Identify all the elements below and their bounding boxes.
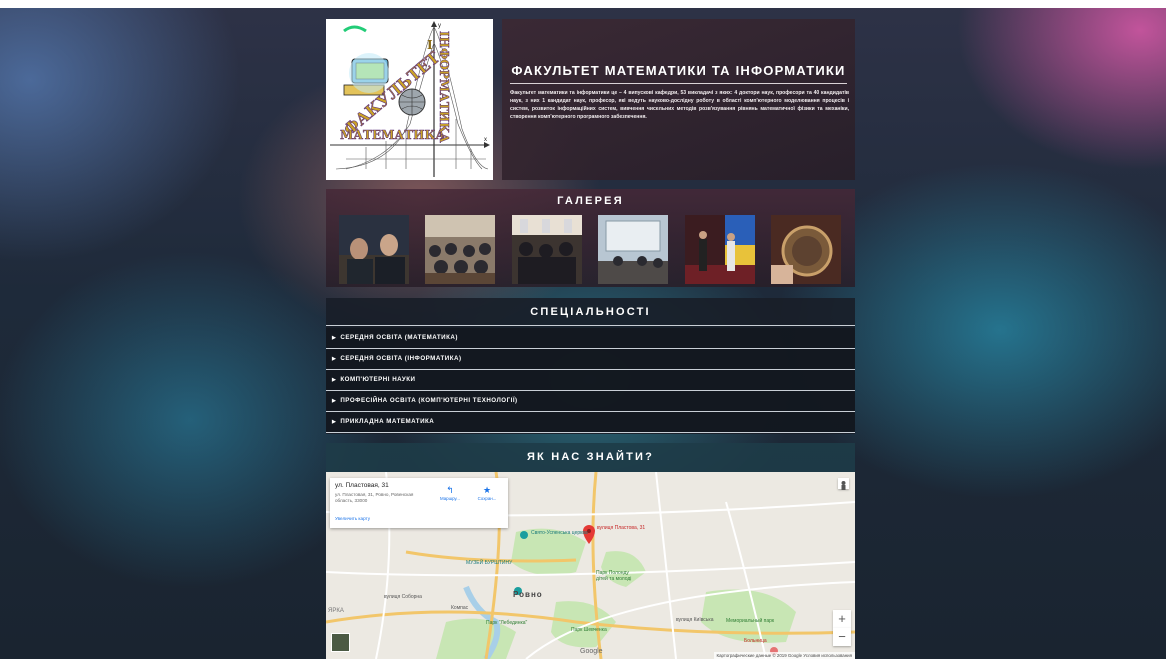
gallery-title: ГАЛЕРЕЯ: [557, 195, 624, 207]
star-icon: ★: [482, 485, 492, 495]
speciality-label: СЕРЕДНЯ ОСВІТА (МАТЕМАТИКА): [340, 334, 458, 341]
faculty-header: І ФАКУЛЬТЕТ МАТЕМАТИКА ІНФОРМАТИКА y x Ф…: [326, 19, 855, 180]
map-label-museum: МУЗЕЙ БУРШТИНУ: [466, 560, 513, 566]
gallery-photo[interactable]: [512, 215, 582, 284]
axis-y-label: y: [438, 23, 441, 29]
google-logo: Google: [580, 648, 603, 655]
specialities-title: СПЕЦІАЛЬНОСТІ: [530, 306, 651, 318]
speciality-label: ПРОФЕСІЙНА ОСВІТА (КОМП'ЮТЕРНІ ТЕХНОЛОГІ…: [340, 397, 518, 404]
directions-button[interactable]: ↰ Маршру...: [435, 485, 465, 501]
triangle-right-icon: ▶: [332, 419, 337, 425]
marker-label: вулиця Пластова, 31: [597, 525, 646, 531]
logo-vertical-text: ІНФОРМАТИКА: [437, 31, 451, 143]
place-name: ул. Пластовая, 31: [335, 482, 389, 489]
map-label-kyivska: вулиця Київська: [676, 617, 714, 623]
page-title: ФАКУЛЬТЕТ МАТЕМАТИКИ ТА ІНФОРМАТИКИ: [511, 63, 846, 78]
map-label-park-shevchenko: Парк Шевченка: [571, 627, 607, 633]
divider: [326, 432, 855, 433]
triangle-right-icon: ▶: [332, 356, 337, 362]
enlarge-map-link[interactable]: Увеличить карту: [335, 516, 370, 521]
place-full-address: ул. Пластовая, 31, Ровно, Ровенская обла…: [335, 492, 414, 503]
browser-top-strip: [0, 0, 1166, 8]
gallery-photo[interactable]: [425, 215, 495, 284]
gallery-section: ГАЛЕРЕЯ: [326, 189, 855, 287]
map-label-compass: Компас: [451, 605, 469, 611]
map-place-card: ул. Пластовая, 31 ул. Пластовая, 31, Ров…: [330, 478, 508, 528]
map-label-sobornaya: вулиця Соборна: [384, 594, 422, 600]
speciality-label: СЕРЕДНЯ ОСВІТА (ІНФОРМАТИКА): [340, 355, 462, 362]
faculty-logo: І ФАКУЛЬТЕТ МАТЕМАТИКА ІНФОРМАТИКА y x: [326, 19, 493, 180]
gallery-photo[interactable]: [339, 215, 409, 284]
google-map[interactable]: вулиця Пластова, 31 Свято-Успенська церк…: [326, 472, 855, 659]
speciality-item[interactable]: ▶ СЕРЕДНЯ ОСВІТА (МАТЕМАТИКА): [326, 328, 855, 348]
map-label-park: Парк Полонду дітей та молоді: [596, 570, 632, 582]
faculty-intro: ФАКУЛЬТЕТ МАТЕМАТИКИ ТА ІНФОРМАТИКИ Факу…: [502, 19, 855, 180]
specialities-section: СПЕЦІАЛЬНОСТІ ▶ СЕРЕДНЯ ОСВІТА (МАТЕМАТИК…: [326, 298, 855, 434]
triangle-right-icon: ▶: [332, 377, 337, 383]
gallery-photo[interactable]: [598, 215, 668, 284]
gallery-photo[interactable]: [771, 215, 841, 284]
map-label-memorial: Мемориальный парк: [726, 618, 775, 624]
map-attribution[interactable]: Картографические данные © 2019 Google Ус…: [713, 652, 855, 659]
speciality-item[interactable]: ▶ ПРОФЕСІЙНА ОСВІТА (КОМП'ЮТЕРНІ ТЕХНОЛОГ…: [326, 391, 855, 411]
triangle-right-icon: ▶: [332, 398, 337, 404]
map-label-rka: ЯРКА: [328, 608, 344, 614]
save-button[interactable]: ★ Сохран...: [472, 485, 502, 501]
map-label-hospital: Больница: [744, 638, 767, 644]
zoom-in-button[interactable]: +: [833, 610, 851, 628]
map-label-park-lebed: Парк "Лебединка": [486, 620, 528, 626]
map-label-city: Ровно: [513, 590, 543, 599]
speciality-item[interactable]: ▶ СЕРЕДНЯ ОСВІТА (ІНФОРМАТИКА): [326, 349, 855, 369]
axis-x-label: x: [484, 137, 487, 143]
location-section: ЯК НАС ЗНАЙТИ? вулиця Пластова, 31 Свято…: [326, 443, 855, 659]
speciality-item[interactable]: ▶ ПРИКЛАДНА МАТЕМАТИКА: [326, 412, 855, 432]
speciality-label: КОМП'ЮТЕРНІ НАУКИ: [340, 376, 416, 383]
speciality-label: ПРИКЛАДНА МАТЕМАТИКА: [340, 418, 435, 425]
location-title: ЯК НАС ЗНАЙТИ?: [526, 451, 655, 463]
faculty-description: Факультет математики та інформатики це –…: [510, 90, 849, 120]
logo-bottom-text: МАТЕМАТИКА: [340, 128, 445, 142]
street-view-pegman-icon[interactable]: [838, 478, 849, 490]
save-label: Сохран...: [477, 496, 497, 501]
map-label-church: Свято-Успенська церква: [531, 530, 588, 536]
map-layers-toggle[interactable]: [331, 633, 350, 652]
divider: [326, 325, 855, 326]
triangle-right-icon: ▶: [332, 335, 337, 341]
zoom-out-button[interactable]: −: [833, 628, 851, 646]
speciality-item[interactable]: ▶ КОМП'ЮТЕРНІ НАУКИ: [326, 370, 855, 390]
directions-label: Маршру...: [440, 496, 460, 501]
title-divider: [510, 83, 847, 84]
gallery-photo[interactable]: [685, 215, 755, 284]
directions-icon: ↰: [446, 485, 454, 495]
